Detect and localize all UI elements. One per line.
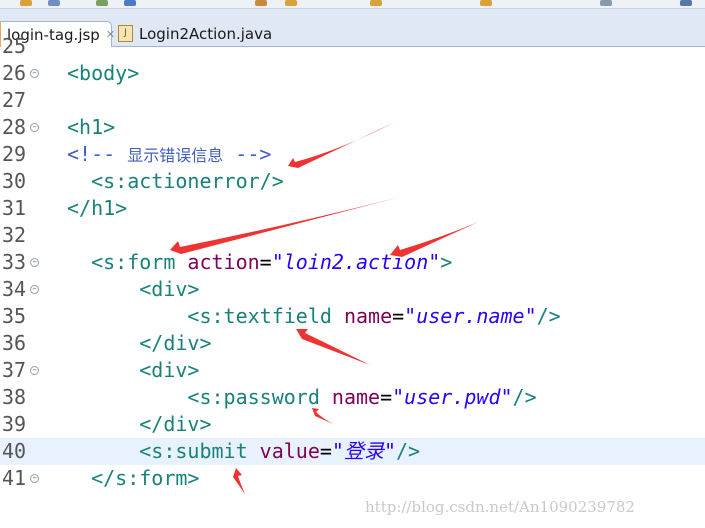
watermark: http://blog.csdn.net/An1090239782: [365, 498, 635, 516]
arrow-password: [312, 408, 333, 424]
arrow-submit: [233, 468, 245, 494]
arrow-textfield: [296, 329, 370, 365]
annotation-arrows: [170, 122, 478, 494]
arrow-comment: [288, 122, 395, 168]
arrow-form: [170, 197, 400, 254]
arrow-action: [390, 222, 478, 257]
